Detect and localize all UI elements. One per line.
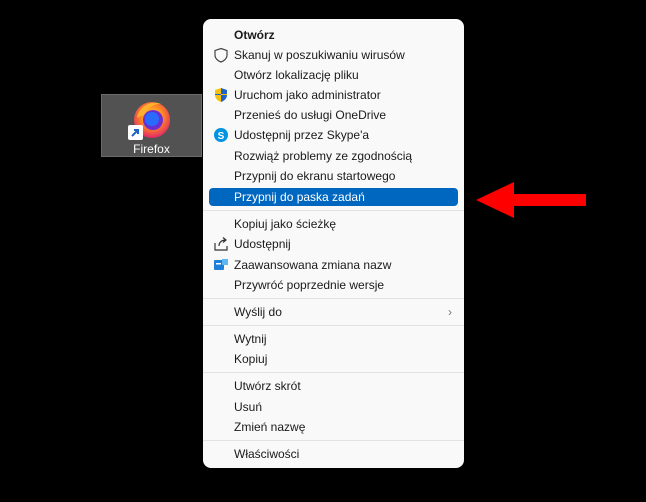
menu-separator xyxy=(203,210,464,211)
shortcut-arrow-icon xyxy=(128,125,143,140)
menu-item-properties[interactable]: Właściwości xyxy=(209,445,458,463)
menu-item-create-shortcut[interactable]: Utwórz skrót xyxy=(209,377,458,395)
menu-item-label: Rozwiąż problemy ze zgodnością xyxy=(234,149,413,163)
menu-item-label: Otwórz lokalizację pliku xyxy=(234,68,359,82)
menu-item-label: Przypnij do paska zadań xyxy=(234,190,365,204)
menu-item-restore-versions[interactable]: Przywróć poprzednie wersje xyxy=(209,276,458,294)
menu-item-label: Przypnij do ekranu startowego xyxy=(234,169,396,183)
menu-item-label: Wyślij do xyxy=(234,305,282,319)
menu-item-pin-taskbar[interactable]: Przypnij do paska zadań xyxy=(209,188,458,206)
uac-shield-icon xyxy=(215,88,227,102)
desktop-icon-label: Firefox xyxy=(133,142,170,156)
chevron-right-icon: › xyxy=(448,305,452,319)
menu-item-copy-path[interactable]: Kopiuj jako ścieżkę xyxy=(209,215,458,233)
context-menu: Otwórz Skanuj w poszukiwaniu wirusów Otw… xyxy=(203,19,464,468)
menu-separator xyxy=(203,372,464,373)
menu-item-onedrive[interactable]: Przenieś do usługi OneDrive xyxy=(209,106,458,124)
menu-item-label: Właściwości xyxy=(234,447,300,461)
menu-separator xyxy=(203,440,464,441)
menu-item-rename[interactable]: Zmień nazwę xyxy=(209,418,458,436)
svg-text:S: S xyxy=(218,131,225,142)
menu-item-label: Udostępnij xyxy=(234,237,291,251)
menu-item-label: Uruchom jako administrator xyxy=(234,88,381,102)
menu-separator xyxy=(203,298,464,299)
share-icon xyxy=(214,237,228,251)
menu-item-label: Przywróć poprzednie wersje xyxy=(234,278,385,292)
menu-item-label: Otwórz xyxy=(234,28,275,42)
menu-item-label: Wytnij xyxy=(234,332,267,346)
menu-item-send-to[interactable]: Wyślij do › xyxy=(209,303,458,321)
menu-item-label: Zmień nazwę xyxy=(234,420,306,434)
menu-item-compatibility[interactable]: Rozwiąż problemy ze zgodnością xyxy=(209,147,458,165)
menu-item-cut[interactable]: Wytnij xyxy=(209,330,458,348)
menu-item-pin-start[interactable]: Przypnij do ekranu startowego xyxy=(209,167,458,185)
desktop-icon-firefox[interactable]: Firefox xyxy=(101,94,202,157)
menu-item-run-as-admin[interactable]: Uruchom jako administrator xyxy=(209,86,458,104)
menu-item-delete[interactable]: Usuń xyxy=(209,398,458,416)
menu-item-copy[interactable]: Kopiuj xyxy=(209,350,458,368)
menu-item-share[interactable]: Udostępnij xyxy=(209,235,458,253)
skype-icon: S xyxy=(214,128,228,142)
menu-item-skype[interactable]: S Udostępnij przez Skype'a xyxy=(209,126,458,144)
menu-item-label: Zaawansowana zmiana nazw xyxy=(234,258,392,272)
menu-item-label: Kopiuj jako ścieżkę xyxy=(234,217,337,231)
menu-item-label: Kopiuj xyxy=(234,352,268,366)
menu-item-label: Usuń xyxy=(234,400,263,414)
shield-icon xyxy=(214,47,228,63)
menu-item-label: Przenieś do usługi OneDrive xyxy=(234,108,387,122)
menu-separator xyxy=(203,325,464,326)
menu-item-scan[interactable]: Skanuj w poszukiwaniu wirusów xyxy=(209,46,458,64)
menu-item-open-location[interactable]: Otwórz lokalizację pliku xyxy=(209,66,458,84)
red-arrow-annotation xyxy=(476,182,586,218)
rename-icon xyxy=(214,259,228,270)
menu-item-label: Udostępnij przez Skype'a xyxy=(234,128,370,142)
menu-item-advanced-rename[interactable]: Zaawansowana zmiana nazw xyxy=(209,256,458,274)
menu-item-open[interactable]: Otwórz xyxy=(209,26,458,44)
menu-item-label: Utwórz skrót xyxy=(234,379,301,393)
menu-item-label: Skanuj w poszukiwaniu wirusów xyxy=(234,48,405,62)
